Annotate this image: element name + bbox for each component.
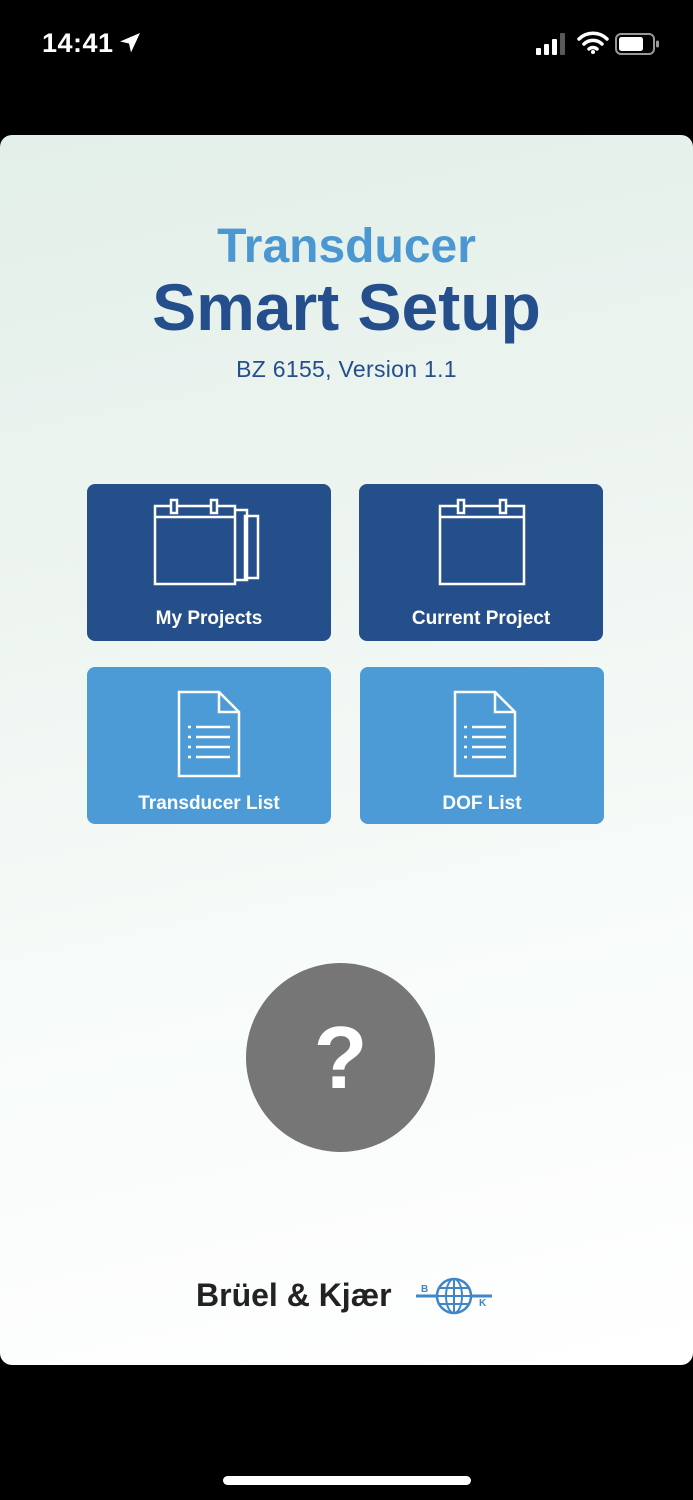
question-mark-icon: ? [313, 1008, 368, 1107]
app-title-smart-setup: Smart Setup [152, 270, 541, 344]
transducer-list-button[interactable]: Transducer List [87, 667, 331, 824]
logo-letter-b: B [421, 1284, 428, 1295]
logo-letter-k: K [479, 1298, 487, 1309]
transducer-list-label: Transducer List [138, 793, 280, 814]
document-list-icon [453, 690, 517, 778]
brand-name: Brüel & Kjær [196, 1277, 392, 1313]
dof-list-button[interactable]: DOF List [360, 667, 604, 824]
wifi-icon [577, 31, 609, 54]
location-arrow-icon [120, 33, 140, 53]
current-project-button[interactable]: Current Project [359, 484, 603, 641]
status-time: 14:41 [42, 28, 114, 58]
current-project-label: Current Project [411, 608, 551, 629]
dof-list-label: DOF List [442, 793, 522, 814]
calendar-icon [438, 498, 526, 586]
my-projects-label: My Projects [155, 608, 263, 629]
home-indicator[interactable] [223, 1476, 471, 1485]
app-version: BZ 6155, Version 1.1 [236, 356, 457, 382]
document-list-icon [177, 690, 241, 778]
globe-logo-icon: B K [416, 1277, 492, 1315]
status-bar: 14:41 [0, 0, 693, 90]
help-button[interactable]: ? [246, 963, 435, 1152]
cellular-signal-icon [536, 33, 565, 55]
calendar-stack-icon [153, 498, 260, 586]
battery-icon [615, 33, 659, 55]
app-screen: Transducer Smart Setup BZ 6155, Version … [0, 135, 693, 1365]
my-projects-button[interactable]: My Projects [87, 484, 331, 641]
app-title-transducer: Transducer [217, 220, 476, 273]
